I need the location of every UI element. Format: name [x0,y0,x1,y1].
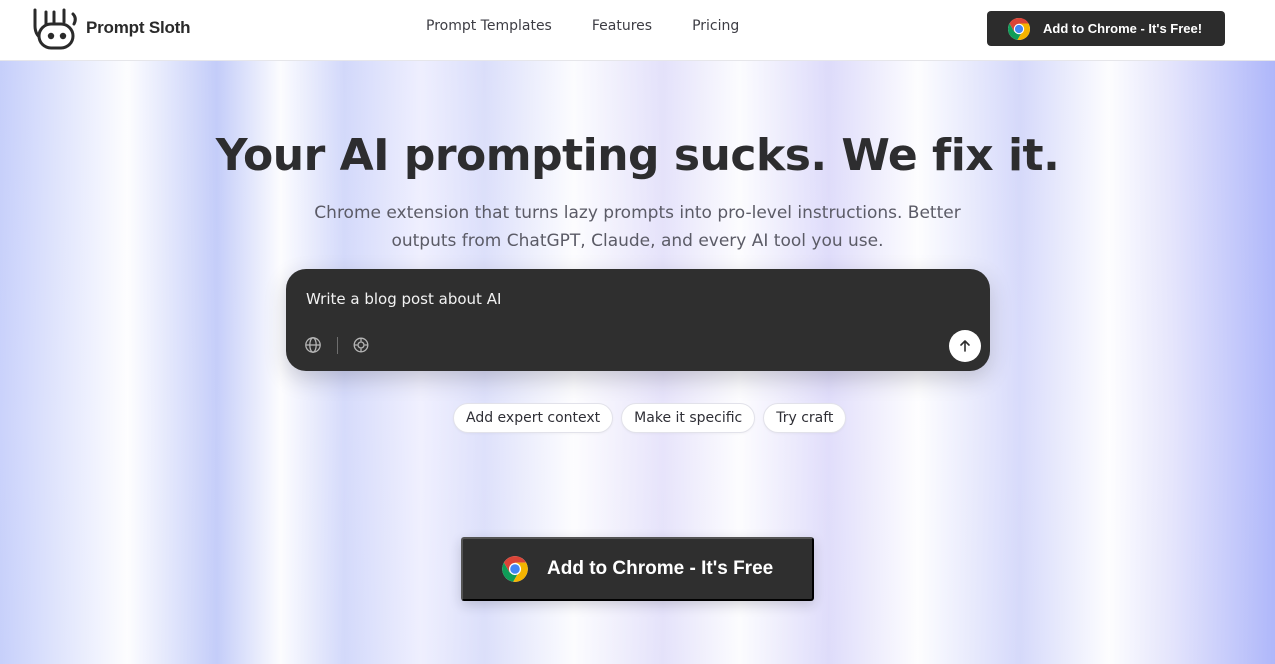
toolbar-divider [337,337,338,354]
hero-cta-label: Add to Chrome - It's Free [547,558,774,579]
sloth-logo-icon [33,8,77,50]
top-navbar: Prompt Sloth Prompt Templates Features P… [0,0,1275,61]
nav-cta-label: Add to Chrome - It's Free! [1043,21,1203,36]
hero-subhead: Chrome extension that turns lazy prompts… [314,203,961,251]
chrome-icon [1008,17,1030,40]
hero-headline: Your AI prompting sucks. We fix it. [215,130,1060,181]
nav-link-prompt-templates[interactable]: Prompt Templates [426,18,552,34]
send-button[interactable] [949,330,981,362]
hero-add-to-chrome-button[interactable]: Add to Chrome - It's Free [461,537,814,601]
logo-text: Prompt Sloth [86,18,191,37]
chip-try-craft[interactable]: Try craft [763,403,847,433]
arrow-up-icon [960,340,970,352]
globe-icon[interactable] [304,336,322,354]
prompt-input-text[interactable]: Write a blog post about AI [306,290,501,308]
nav-add-to-chrome-button[interactable]: Add to Chrome - It's Free! [987,11,1225,46]
suggestion-chips: Add expert context Make it specific Try … [453,403,847,433]
prompt-input-box[interactable]: Write a blog post about AI [286,269,990,371]
nav-link-pricing[interactable]: Pricing [692,18,739,34]
chrome-icon [502,556,528,582]
nav-links: Prompt Templates Features Pricing [426,18,739,34]
chip-make-it-specific[interactable]: Make it specific [621,403,756,433]
gear-icon[interactable] [352,336,370,354]
nav-link-features[interactable]: Features [592,18,652,34]
logo[interactable]: Prompt Sloth [30,6,191,50]
chip-add-expert-context[interactable]: Add expert context [453,403,614,433]
